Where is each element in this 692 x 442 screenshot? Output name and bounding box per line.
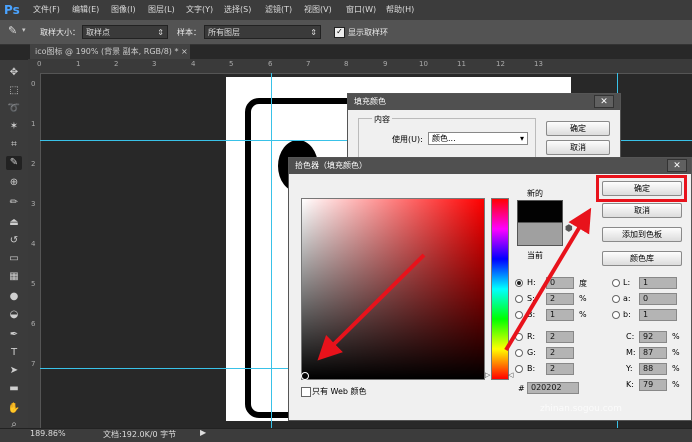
document-size: 文档:192.0K/0 字节 xyxy=(103,430,177,439)
arrow-to-ok-button xyxy=(504,207,592,352)
status-menu-arrow-icon[interactable]: ▶ xyxy=(200,428,206,437)
zoom-level[interactable]: 189.86% xyxy=(30,429,66,438)
annotation-arrows xyxy=(317,207,592,361)
watermark: zhinan.sogou.com xyxy=(540,404,622,414)
arrow-to-black-corner xyxy=(317,253,426,361)
